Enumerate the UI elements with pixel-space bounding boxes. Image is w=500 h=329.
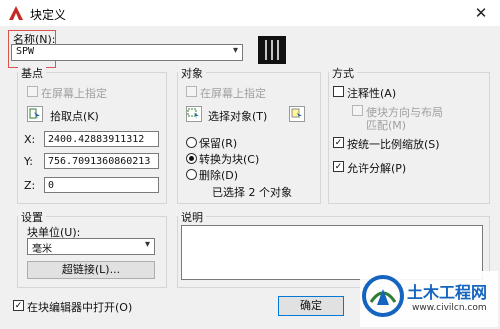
settings-title: 设置 bbox=[18, 209, 46, 225]
base-specify-on-screen-label: 在屏幕上指定 bbox=[41, 87, 107, 100]
annotative-checkbox[interactable] bbox=[333, 86, 344, 97]
annotative-label: 注释性(A) bbox=[347, 87, 397, 100]
name-value: SPW bbox=[16, 46, 35, 57]
watermark-title: 土木工程网 bbox=[407, 283, 488, 302]
objects-specify-on-screen-label: 在屏幕上指定 bbox=[200, 87, 266, 100]
description-title: 说明 bbox=[178, 209, 206, 225]
scale-uniformly-checkbox[interactable]: ✓ bbox=[333, 137, 344, 148]
y-coordinate-input[interactable] bbox=[44, 153, 159, 169]
selected-count-text: 已选择 2 个对象 bbox=[212, 186, 292, 199]
match-orientation-checkbox[interactable] bbox=[352, 105, 363, 116]
z-label: Z: bbox=[24, 179, 36, 192]
close-icon: ✕ bbox=[474, 4, 488, 22]
delete-label: 删除(D) bbox=[199, 169, 239, 182]
objects-title: 对象 bbox=[178, 65, 206, 81]
hyperlink-button[interactable]: 超链接(L)... bbox=[27, 261, 155, 279]
scale-uniformly-label: 按统一比例缩放(S) bbox=[347, 138, 440, 151]
checkmark-icon: ✓ bbox=[14, 301, 23, 311]
base-specify-on-screen-checkbox[interactable] bbox=[27, 86, 38, 97]
chevron-down-icon: ▾ bbox=[232, 45, 238, 56]
x-label: X: bbox=[24, 133, 36, 146]
name-combobox[interactable]: SPW ▾ bbox=[11, 44, 243, 61]
objects-specify-on-screen-checkbox[interactable] bbox=[186, 86, 197, 97]
allow-exploding-label: 允许分解(P) bbox=[347, 162, 407, 175]
select-objects-button[interactable]: 选择对象(T) bbox=[208, 108, 267, 124]
close-button[interactable]: ✕ bbox=[470, 4, 492, 22]
autocad-app-icon bbox=[8, 5, 24, 21]
title-bar bbox=[0, 0, 500, 27]
allow-exploding-checkbox[interactable]: ✓ bbox=[333, 161, 344, 172]
z-coordinate-input[interactable] bbox=[44, 177, 159, 193]
pick-point-button[interactable]: 拾取点(K) bbox=[50, 108, 99, 124]
convert-to-block-label: 转换为块(C) bbox=[199, 153, 260, 166]
block-unit-select[interactable]: 毫米 ▾ bbox=[27, 238, 155, 255]
retain-label: 保留(R) bbox=[199, 137, 238, 150]
base-point-title: 基点 bbox=[18, 65, 46, 81]
chevron-down-icon: ▾ bbox=[144, 239, 150, 250]
ok-button[interactable]: 确定 bbox=[278, 296, 344, 316]
convert-to-block-radio[interactable] bbox=[186, 153, 197, 164]
x-coordinate-input[interactable] bbox=[44, 131, 159, 147]
quick-select-icon[interactable] bbox=[289, 106, 305, 122]
select-objects-icon[interactable] bbox=[186, 106, 202, 122]
open-in-editor-label: 在块编辑器中打开(O) bbox=[27, 301, 133, 314]
block-preview bbox=[258, 36, 286, 64]
checkmark-icon: ✓ bbox=[334, 162, 343, 172]
open-in-editor-checkbox[interactable]: ✓ bbox=[13, 300, 24, 311]
watermark-url: www.civilcn.com bbox=[412, 303, 487, 313]
delete-radio[interactable] bbox=[186, 169, 197, 180]
pick-point-icon[interactable] bbox=[27, 106, 43, 122]
checkmark-icon: ✓ bbox=[334, 138, 343, 148]
civilcn-logo-icon bbox=[362, 275, 404, 317]
y-label: Y: bbox=[24, 155, 33, 168]
block-unit-value: 毫米 bbox=[32, 244, 52, 255]
window-title: 块定义 bbox=[30, 8, 67, 22]
behavior-title: 方式 bbox=[329, 65, 357, 81]
retain-radio[interactable] bbox=[186, 137, 197, 148]
match-orientation-label-2: 匹配(M) bbox=[366, 119, 407, 132]
